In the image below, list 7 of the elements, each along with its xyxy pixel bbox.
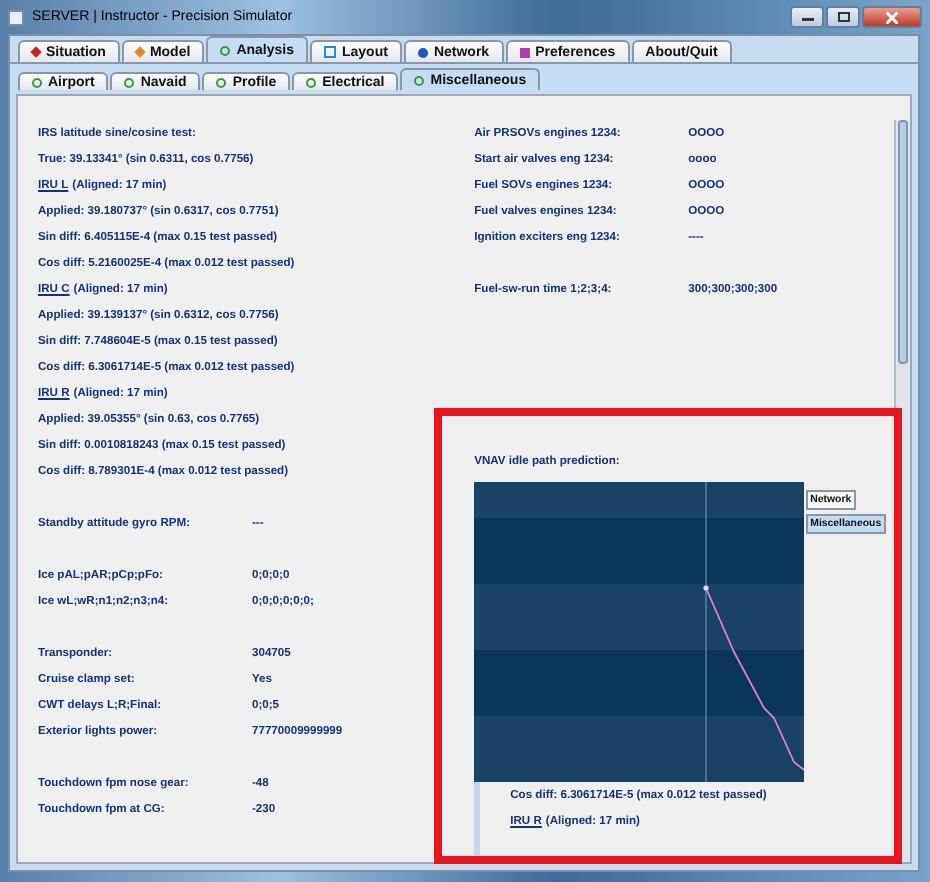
close-icon xyxy=(886,11,898,23)
maximize-button[interactable] xyxy=(826,6,860,28)
maximize-icon xyxy=(837,12,849,22)
minimize-button[interactable] xyxy=(790,6,824,28)
minimize-icon xyxy=(801,13,813,21)
app-icon xyxy=(8,9,24,25)
close-button[interactable] xyxy=(862,6,922,28)
